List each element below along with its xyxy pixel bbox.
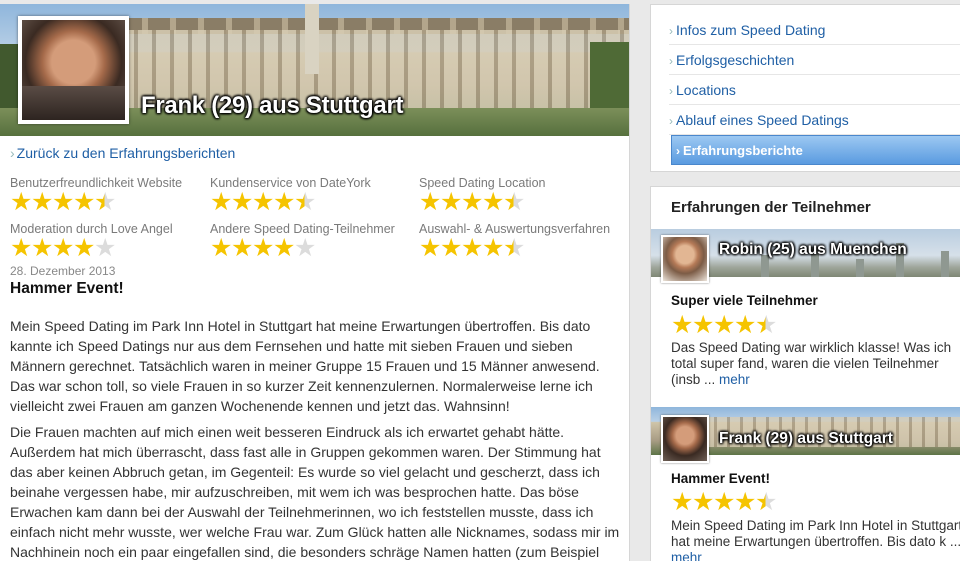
monument-column (305, 4, 319, 74)
profile-title: Frank (29) aus Stuttgart (141, 92, 404, 119)
review-paragraph: Mein Speed Dating im Park Inn Hotel in S… (10, 318, 600, 414)
star-icon: ★ (503, 233, 526, 262)
review-title: Hammer Event! (10, 280, 124, 297)
star-icon: ★ (713, 310, 736, 339)
star-icon: ★ (273, 233, 296, 262)
participant-experiences: Erfahrungen der Teilnehmer Robin (25) au… (650, 186, 960, 561)
star-icon: ★ (482, 233, 505, 262)
star-icon: ★ (671, 310, 694, 339)
star-icon: ★ (461, 187, 484, 216)
star-icon: ★ (734, 487, 757, 516)
star-icon: ★ (231, 233, 254, 262)
star-rating: ★★★★★ (671, 487, 778, 516)
star-icon: ★ (31, 233, 54, 262)
star-icon: ★ (31, 187, 54, 216)
star-icon: ★ (440, 187, 463, 216)
avatar[interactable] (661, 235, 709, 283)
more-link[interactable]: mehr (719, 372, 750, 387)
star-icon: ★ (692, 310, 715, 339)
experience-excerpt: Mein Speed Dating im Park Inn Hotel in S… (671, 518, 960, 561)
star-icon: ★ (210, 233, 233, 262)
chevron-right-icon: › (669, 54, 673, 68)
rating-location: Speed Dating Location ★★★★★ (419, 176, 546, 216)
experience-title[interactable]: Super viele Teilnehmer (671, 293, 818, 308)
star-icon: ★ (94, 233, 117, 262)
star-rating: ★★★★★ (210, 187, 371, 216)
avatar[interactable] (661, 415, 709, 463)
star-rating: ★★★★★ (671, 310, 778, 339)
profile-avatar (18, 16, 129, 124)
star-icon: ★ (294, 233, 317, 262)
chevron-right-icon: › (669, 114, 673, 128)
star-icon: ★ (73, 187, 96, 216)
star-icon: ★ (252, 187, 275, 216)
star-icon: ★ (94, 187, 117, 216)
more-link[interactable]: mehr (671, 550, 702, 561)
review-paragraph: Die Frauen machten auf mich einen weit b… (10, 424, 620, 560)
experience-name[interactable]: Frank (29) aus Stuttgart (719, 430, 893, 448)
chevron-right-icon: › (669, 24, 673, 38)
experience-card[interactable]: Robin (25) aus Muenchen Super viele Teil… (651, 229, 960, 387)
star-icon: ★ (755, 310, 778, 339)
chevron-right-icon: › (10, 145, 15, 161)
experience-name[interactable]: Robin (25) aus Muenchen (719, 241, 907, 259)
nav-item-infos[interactable]: › Infos zum Speed Dating (669, 15, 960, 45)
star-icon: ★ (73, 233, 96, 262)
star-icon: ★ (461, 233, 484, 262)
back-to-reviews-link[interactable]: › Zurück zu den Erfahrungsberichten (10, 145, 235, 161)
chevron-right-icon: › (669, 84, 673, 98)
experience-title[interactable]: Hammer Event! (671, 471, 770, 486)
star-icon: ★ (294, 187, 317, 216)
star-icon: ★ (713, 487, 736, 516)
rating-participants: Andere Speed Dating-Teilnehmer ★★★★★ (210, 222, 395, 262)
hero-banner: Frank (29) aus Stuttgart (0, 4, 629, 136)
star-rating: ★★★★★ (10, 233, 173, 262)
review-date: 28. Dezember 2013 (10, 264, 116, 278)
star-icon: ★ (210, 187, 233, 216)
star-icon: ★ (755, 487, 778, 516)
nav-item-experience-reports[interactable]: › Erfahrungsberichte (671, 135, 960, 165)
experience-excerpt: Das Speed Dating war wirklich klasse! Wa… (671, 340, 952, 387)
star-rating: ★★★★★ (10, 187, 182, 216)
star-icon: ★ (231, 187, 254, 216)
star-icon: ★ (482, 187, 505, 216)
star-rating: ★★★★★ (419, 233, 610, 262)
star-icon: ★ (671, 487, 694, 516)
rating-website: Benutzerfreundlichkeit Website ★★★★★ (10, 176, 183, 216)
nav-item-locations[interactable]: › Locations (669, 75, 960, 105)
star-icon: ★ (10, 187, 33, 216)
star-icon: ★ (692, 487, 715, 516)
chevron-right-icon: › (676, 144, 680, 158)
nav-item-procedure[interactable]: › Ablauf eines Speed Datings (669, 105, 960, 135)
star-icon: ★ (503, 187, 526, 216)
star-rating: ★★★★★ (210, 233, 395, 262)
star-icon: ★ (734, 310, 757, 339)
rating-customer-service: Kundenservice von DateYork ★★★★★ (210, 176, 371, 216)
star-icon: ★ (52, 187, 75, 216)
review-panel: Frank (29) aus Stuttgart › Zurück zu den … (0, 4, 630, 561)
experiences-heading: Erfahrungen der Teilnehmer (671, 199, 871, 216)
nav-item-success-stories[interactable]: › Erfolgsgeschichten (669, 45, 960, 75)
sidebar-nav: › Infos zum Speed Dating › Erfolgsgeschich… (650, 4, 960, 172)
rating-selection-process: Auswahl- & Auswertungsverfahren ★★★★★ (419, 222, 611, 262)
star-icon: ★ (440, 233, 463, 262)
star-icon: ★ (273, 187, 296, 216)
rating-moderation: Moderation durch Love Angel ★★★★★ (10, 222, 173, 262)
star-icon: ★ (52, 233, 75, 262)
experience-card[interactable]: Frank (29) aus Stuttgart Hammer Event! ★… (651, 407, 960, 561)
review-body: Mein Speed Dating im Park Inn Hotel in S… (10, 316, 625, 561)
star-rating: ★★★★★ (419, 187, 545, 216)
star-icon: ★ (419, 233, 442, 262)
star-icon: ★ (419, 187, 442, 216)
star-icon: ★ (10, 233, 33, 262)
star-icon: ★ (252, 233, 275, 262)
